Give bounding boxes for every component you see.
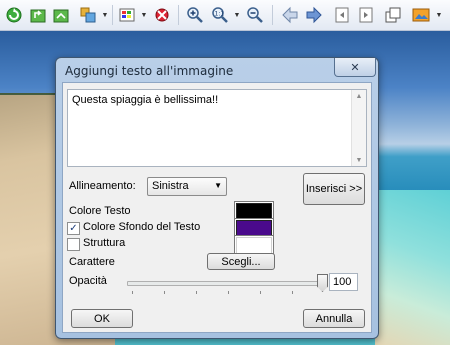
textarea-scrollbar[interactable]: ▲ ▼ — [351, 90, 366, 166]
chevron-down-icon: ▼ — [214, 181, 222, 190]
page-prev-icon[interactable] — [331, 4, 353, 26]
page-next-icon[interactable] — [355, 4, 377, 26]
scroll-down-icon[interactable]: ▼ — [352, 154, 366, 166]
choose-font-button-label: Scegli... — [221, 255, 261, 268]
font-label: Carattere — [69, 256, 115, 268]
batch-icon[interactable] — [77, 4, 99, 26]
slider-tick — [132, 291, 133, 294]
arrow-right-icon[interactable] — [303, 4, 325, 26]
cancel-button[interactable]: Annulla — [303, 309, 365, 328]
slider-tick — [260, 291, 261, 294]
slider-tick — [292, 291, 293, 294]
alignment-value: Sinistra — [152, 180, 189, 192]
slider-tick — [228, 291, 229, 294]
picture-icon[interactable] — [410, 4, 432, 26]
insert-button-label: Inserisci >> — [305, 183, 363, 195]
slider-tick — [196, 291, 197, 294]
alignment-label: Allineamento: — [69, 180, 136, 192]
ok-button[interactable]: OK — [71, 309, 133, 328]
dialog-client-area: Questa spiaggia è bellissima!! ▲ ▼ Allin… — [62, 82, 372, 333]
batch-dropdown-icon[interactable]: ▼ — [101, 4, 109, 26]
slider-tick — [164, 291, 165, 294]
zoom-out-icon[interactable] — [244, 4, 266, 26]
close-icon: ✕ — [350, 61, 360, 74]
add-text-dialog: Aggiungi testo all'immagine ✕ Questa spi… — [55, 57, 379, 339]
opacity-value-input[interactable]: 100 — [329, 273, 358, 291]
copy-window-icon[interactable] — [382, 4, 404, 26]
toolbar: ▼ ▼ 1:1 ▼ ▼ — [0, 0, 450, 31]
alignment-select[interactable]: Sinistra ▼ — [147, 177, 227, 196]
picture-dropdown-icon[interactable]: ▼ — [435, 4, 443, 26]
zoom-1to1-icon[interactable]: 1:1 — [209, 4, 231, 26]
opacity-slider-track[interactable] — [127, 281, 325, 286]
zoom-dropdown-icon[interactable]: ▼ — [233, 4, 241, 26]
bg-color-checkbox[interactable]: ✓ — [67, 222, 80, 235]
opacity-label: Opacità — [69, 275, 107, 287]
outline-color-swatch — [236, 237, 272, 254]
text-color-label: Colore Testo — [69, 205, 131, 217]
zoom-in-icon[interactable] — [184, 4, 206, 26]
rotate-icon[interactable] — [27, 4, 49, 26]
separator — [112, 5, 113, 25]
arrow-left-icon[interactable] — [279, 4, 301, 26]
cancel-button-label: Annulla — [315, 312, 353, 325]
photo-shore — [375, 190, 450, 345]
text-input-value: Questa spiaggia è bellissima!! — [72, 94, 219, 106]
separator — [178, 5, 179, 25]
bg-color-label: Colore Sfondo del Testo — [83, 221, 201, 233]
opacity-slider-thumb[interactable] — [317, 274, 328, 292]
insert-button[interactable]: Inserisci >> — [303, 173, 365, 205]
dialog-title: Aggiungi testo all'immagine — [65, 64, 234, 78]
separator — [272, 5, 273, 25]
choose-font-button[interactable]: Scegli... — [207, 253, 275, 270]
scroll-up-icon[interactable]: ▲ — [352, 90, 366, 102]
text-input[interactable]: Questa spiaggia è bellissima!! ▲ ▼ — [67, 89, 367, 167]
outline-checkbox[interactable] — [67, 238, 80, 251]
red-eye-icon[interactable] — [151, 4, 173, 26]
svg-text:1:1: 1:1 — [215, 11, 225, 18]
color-dropdown-icon[interactable]: ▼ — [140, 4, 148, 26]
color-palette-icon[interactable] — [116, 4, 138, 26]
outline-label: Struttura — [83, 237, 126, 249]
forward-icon[interactable] — [50, 4, 72, 26]
close-button[interactable]: ✕ — [334, 58, 376, 77]
ok-button-label: OK — [94, 312, 110, 325]
refresh-icon[interactable] — [3, 4, 25, 26]
